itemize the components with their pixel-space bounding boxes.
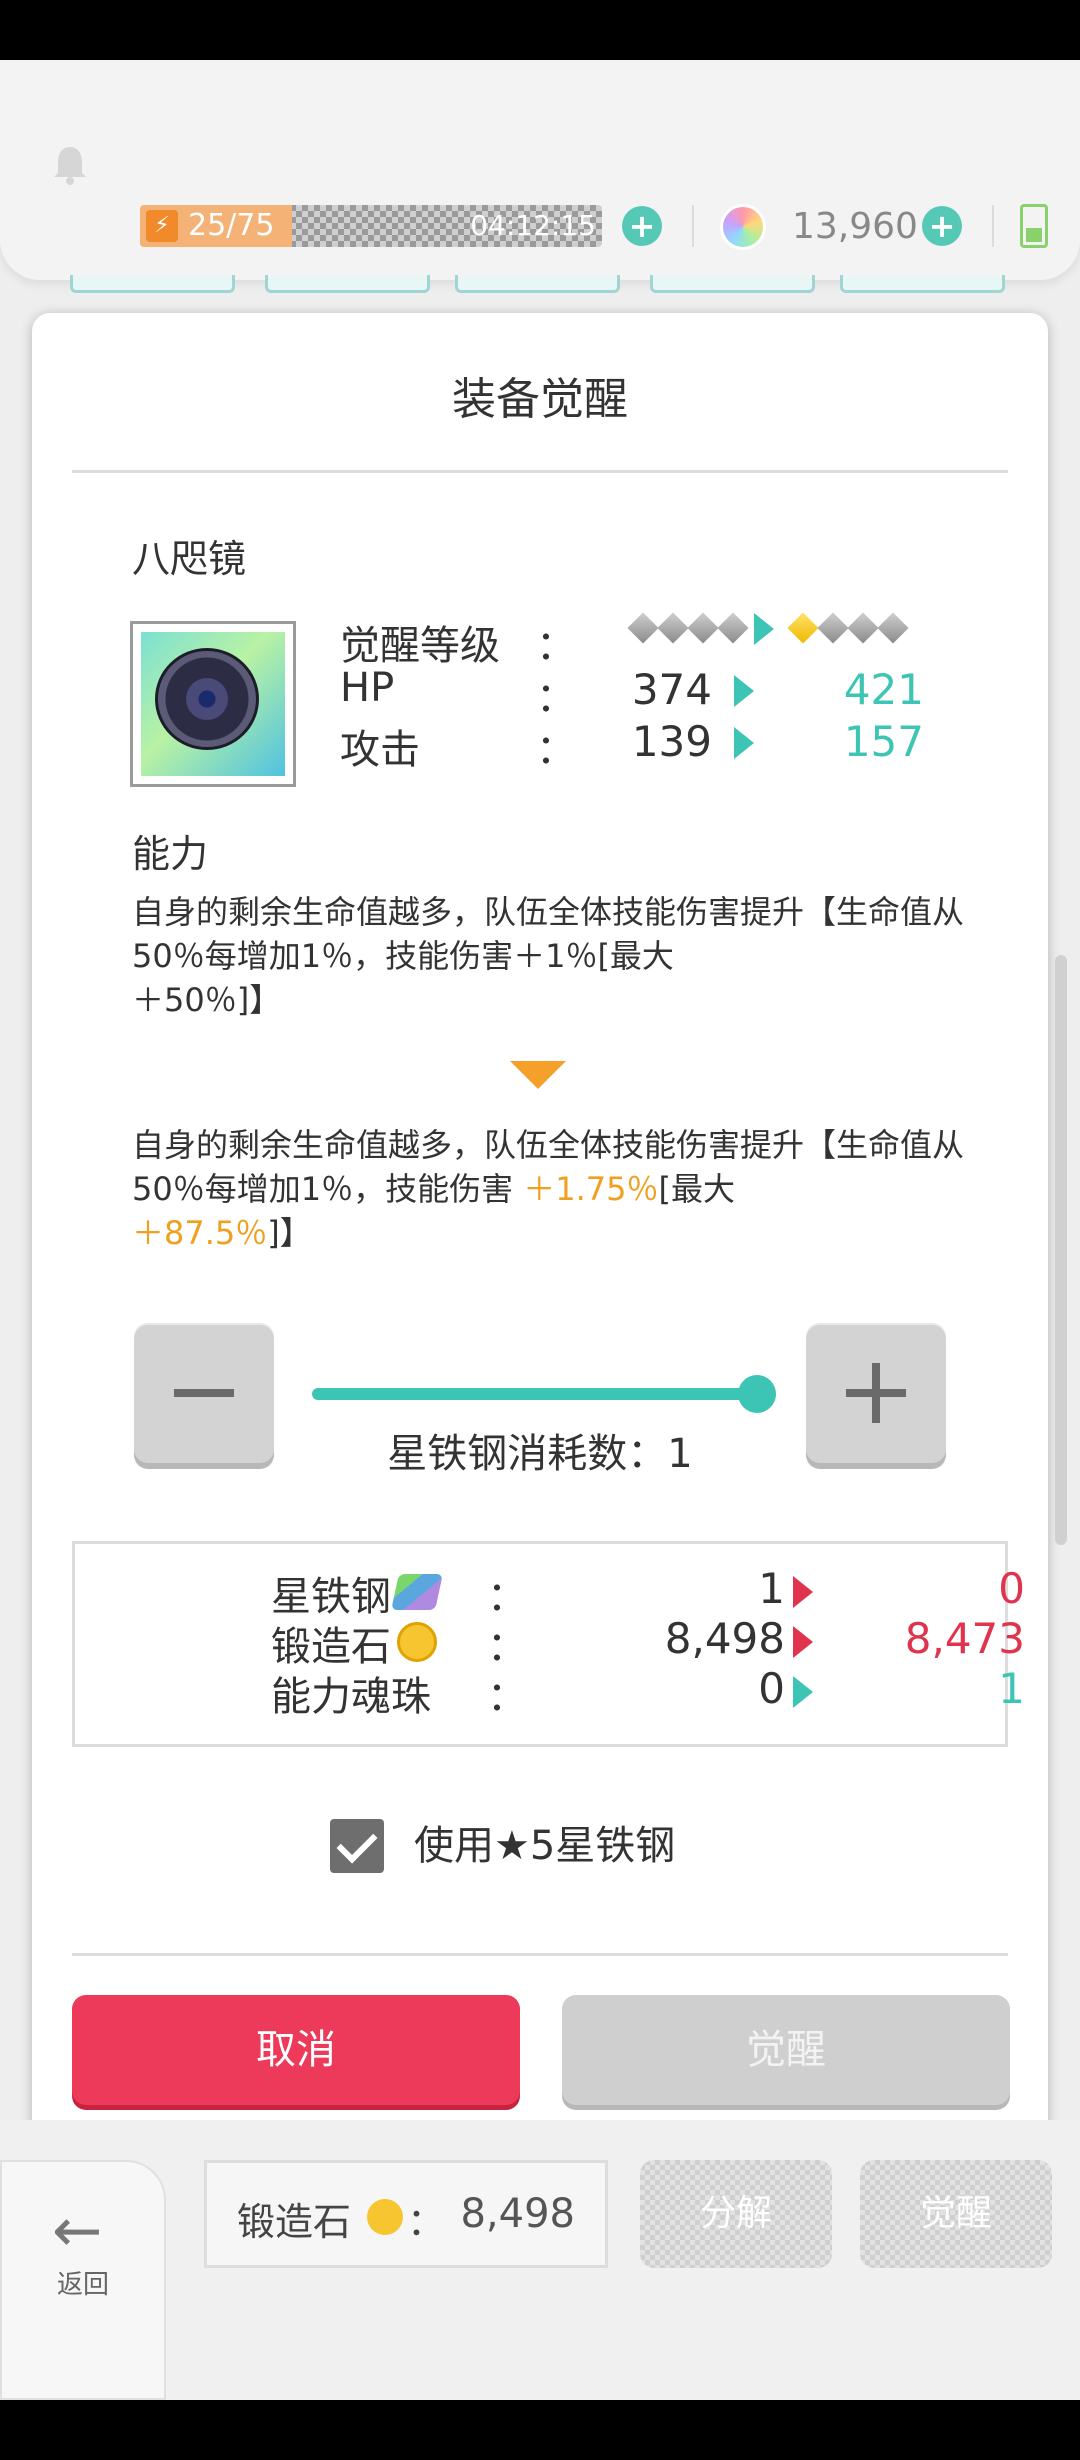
- arrow-right-icon: [734, 727, 754, 759]
- divider: [992, 205, 994, 247]
- ability-old-line2: ＋50％]】: [132, 981, 282, 1019]
- colon: ：: [487, 1674, 527, 1720]
- scrollbar[interactable]: [1055, 955, 1067, 1545]
- awaken-diamond-empty-icon: [717, 612, 749, 644]
- awaken-diamond-filled-icon: [787, 612, 819, 644]
- colon: ：: [536, 727, 576, 773]
- bg-card: [650, 275, 815, 293]
- awaken-diamond-empty-icon: [847, 612, 879, 644]
- resource-bar: [0, 60, 1080, 280]
- hp-label: HP: [340, 665, 395, 711]
- consume-count: 星铁钢消耗数：1: [387, 1431, 693, 1477]
- hp-new-value: 421: [843, 665, 924, 714]
- forge-stone-icon: [397, 1622, 437, 1662]
- cost-summary: 星铁钢 ： 1 0 锻造石 ： 8,498 8,473 能力魂珠 ： 0 1: [72, 1541, 1025, 1747]
- bg-card: [840, 275, 1005, 293]
- system-nav-bar: [0, 2400, 1080, 2460]
- minus-icon: [174, 1389, 234, 1397]
- energy-bar: ⚡ 25/75 04:12:15: [140, 205, 602, 247]
- dialog-title: 装备觉醒: [452, 374, 628, 425]
- back-arrow-icon[interactable]: ←: [52, 2196, 102, 2266]
- arrow-right-icon: [734, 675, 754, 707]
- mirror-icon: [155, 648, 259, 750]
- cancel-button[interactable]: 取消: [72, 1995, 520, 2105]
- energy-timer: 04:12:15: [470, 209, 596, 242]
- forge-stone-value: 8,498: [460, 2191, 575, 2237]
- system-status-bar: [0, 0, 1080, 60]
- cost-new-steel: 0: [998, 1564, 1025, 1613]
- hp-old-value: 374: [631, 665, 712, 714]
- awaken-diamond-empty-icon: [657, 612, 689, 644]
- awaken-diamond-empty-icon: [687, 612, 719, 644]
- awaken-level-label: 觉醒等级: [340, 623, 500, 669]
- colon: ：: [536, 623, 576, 669]
- bell-icon[interactable]: [52, 145, 88, 185]
- use-5star-steel-label[interactable]: 使用★5星铁钢: [414, 1819, 675, 1873]
- bg-card: [455, 275, 620, 293]
- ability-new-part2: [最大: [658, 1170, 736, 1208]
- cost-label-orb: 能力魂珠: [271, 1674, 431, 1720]
- arrow-down-icon: [510, 1061, 566, 1089]
- gem-icon: [720, 204, 766, 250]
- awaken-button[interactable]: 觉醒: [562, 1995, 1010, 2105]
- ability-label: 能力: [132, 832, 209, 876]
- forge-stone-icon: [367, 2199, 403, 2235]
- plus-icon-v: [872, 1363, 880, 1423]
- colon: ：: [536, 675, 576, 721]
- quantity-slider-thumb[interactable]: [738, 1375, 776, 1413]
- arrow-right-icon: [793, 1626, 813, 1658]
- use-5star-steel-checkbox[interactable]: [330, 1819, 384, 1873]
- ability-new-text: 自身的剩余生命值越多，队伍全体技能伤害提升【生命值从50％每增加1％，技能伤害 …: [132, 1123, 972, 1255]
- divider: [72, 1953, 1008, 1956]
- quantity-slider-track[interactable]: [312, 1388, 760, 1400]
- forge-stone-label: 锻造石: [237, 2200, 352, 2244]
- cost-new-forge: 8,473: [904, 1614, 1025, 1663]
- arrow-right-icon: [793, 1676, 813, 1708]
- forge-stone-balance: 锻造石 ： 8,498: [204, 2160, 608, 2268]
- arrow-right-icon: [754, 613, 774, 645]
- colon: ：: [407, 2200, 446, 2244]
- awaken-diamond-empty-icon: [817, 612, 849, 644]
- atk-old-value: 139: [631, 717, 712, 766]
- add-energy-button[interactable]: +: [622, 206, 662, 246]
- back-label[interactable]: 返回: [0, 2264, 166, 2301]
- divider: [692, 205, 694, 247]
- arrow-right-icon: [793, 1576, 813, 1608]
- atk-new-value: 157: [843, 717, 924, 766]
- awaken-tab-button[interactable]: 觉醒: [860, 2160, 1052, 2268]
- add-gems-button[interactable]: +: [922, 206, 962, 246]
- item-name: 八咫镜: [132, 537, 247, 581]
- cost-new-orb: 1: [998, 1664, 1025, 1713]
- item-icon[interactable]: [130, 621, 296, 787]
- gem-count: 13,960: [792, 206, 918, 247]
- bg-card: [265, 275, 430, 293]
- awaken-diamond-empty-icon: [877, 612, 909, 644]
- bg-card: [70, 275, 235, 293]
- divider: [72, 470, 1008, 473]
- battery-icon: [1020, 204, 1048, 248]
- cost-old-forge: 8,498: [664, 1614, 785, 1663]
- ability-new-highlight1: ＋1.75％: [523, 1170, 659, 1208]
- lightning-icon: ⚡: [146, 210, 178, 242]
- star-steel-icon: [391, 1574, 443, 1610]
- decompose-button[interactable]: 分解: [640, 2160, 832, 2268]
- ability-old-text: 自身的剩余生命值越多，队伍全体技能伤害提升【生命值从50％每增加1％，技能伤害＋…: [132, 890, 972, 1022]
- atk-label: 攻击: [340, 727, 420, 773]
- cost-old-steel: 1: [758, 1564, 785, 1613]
- energy-count: 25/75: [188, 208, 275, 243]
- cost-old-orb: 0: [758, 1664, 785, 1713]
- ability-new-highlight2: ＋87.5％: [132, 1214, 268, 1252]
- ability-old-line1: 自身的剩余生命值越多，队伍全体技能伤害提升【生命值从50％每增加1％，技能伤害＋…: [132, 893, 965, 975]
- awaken-dialog: 装备觉醒 八咫镜 觉醒等级 ： HP ： 374 421 攻击 ： 139 15…: [32, 313, 1048, 2145]
- ability-new-part3: ]】: [267, 1214, 312, 1252]
- awaken-diamond-empty-icon: [627, 612, 659, 644]
